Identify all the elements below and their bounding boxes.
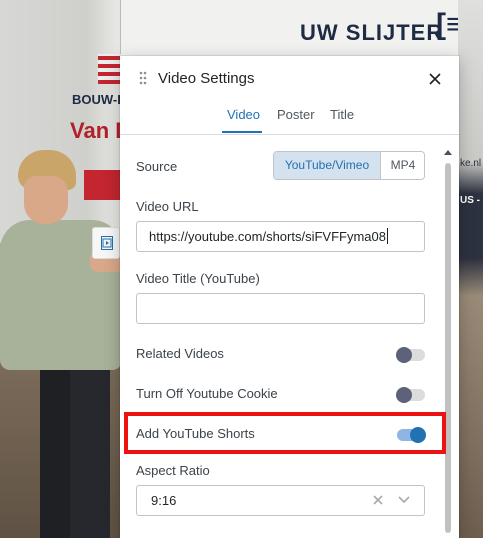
background-right-text: ke.nl (460, 158, 482, 169)
dialog-header: Video Settings (120, 56, 459, 102)
person-face (24, 176, 68, 224)
background-red-band (84, 170, 124, 200)
source-option-mp4[interactable]: MP4 (380, 152, 424, 179)
chevron-down-icon[interactable] (398, 496, 410, 504)
toggle-knob (396, 387, 412, 403)
drag-handle-icon[interactable] (139, 71, 147, 88)
active-tab-indicator (222, 131, 262, 133)
source-option-youtube-vimeo[interactable]: YouTube/Vimeo (274, 152, 380, 179)
film-icon (101, 236, 113, 250)
background-red-strip (98, 54, 122, 84)
text-caret (386, 228, 388, 244)
video-url-label: Video URL (136, 199, 199, 214)
tab-bar: Video Poster Title (120, 102, 459, 135)
background-sign-text: UW SLIJTER (300, 20, 444, 45)
related-videos-label: Related Videos (136, 346, 224, 361)
video-block-icon[interactable] (92, 227, 120, 259)
highlight-box (124, 412, 446, 454)
source-label: Source (136, 159, 178, 174)
scrollbar-thumb[interactable] (445, 163, 451, 533)
background-right-edge (458, 0, 483, 538)
video-title-label: Video Title (YouTube) (136, 271, 260, 286)
aspect-ratio-select[interactable]: 9:16 (136, 485, 425, 516)
close-button[interactable] (421, 65, 449, 93)
video-url-value: https://youtube.com/shorts/siFVFFyma08 (149, 229, 386, 244)
youtube-cookie-label: Turn Off Youtube Cookie (136, 386, 278, 401)
source-segmented-control: YouTube/Vimeo MP4 (273, 151, 425, 180)
related-videos-toggle[interactable] (396, 347, 425, 363)
background-right-text-2: US - (460, 195, 480, 206)
toggle-knob (396, 347, 412, 363)
video-settings-dialog: Video Settings Video Poster Title Source… (120, 56, 459, 538)
tab-poster[interactable]: Poster (277, 107, 315, 122)
dialog-body: Source YouTube/Vimeo MP4 Video URL https… (120, 135, 459, 538)
close-icon (429, 73, 441, 85)
youtube-cookie-toggle[interactable] (396, 387, 425, 403)
clear-icon[interactable] (373, 495, 383, 505)
tab-video[interactable]: Video (227, 107, 260, 122)
video-title-input[interactable] (136, 293, 425, 324)
scroll-up-arrow-icon[interactable] (444, 149, 452, 155)
dialog-scrollbar[interactable] (443, 149, 453, 538)
aspect-ratio-label: Aspect Ratio (136, 463, 210, 478)
tab-title[interactable]: Title (330, 107, 354, 122)
video-url-input[interactable]: https://youtube.com/shorts/siFVFFyma08 (136, 221, 425, 252)
person-leg (70, 370, 110, 538)
dialog-title: Video Settings (158, 70, 255, 87)
aspect-ratio-value: 9:16 (151, 493, 177, 508)
